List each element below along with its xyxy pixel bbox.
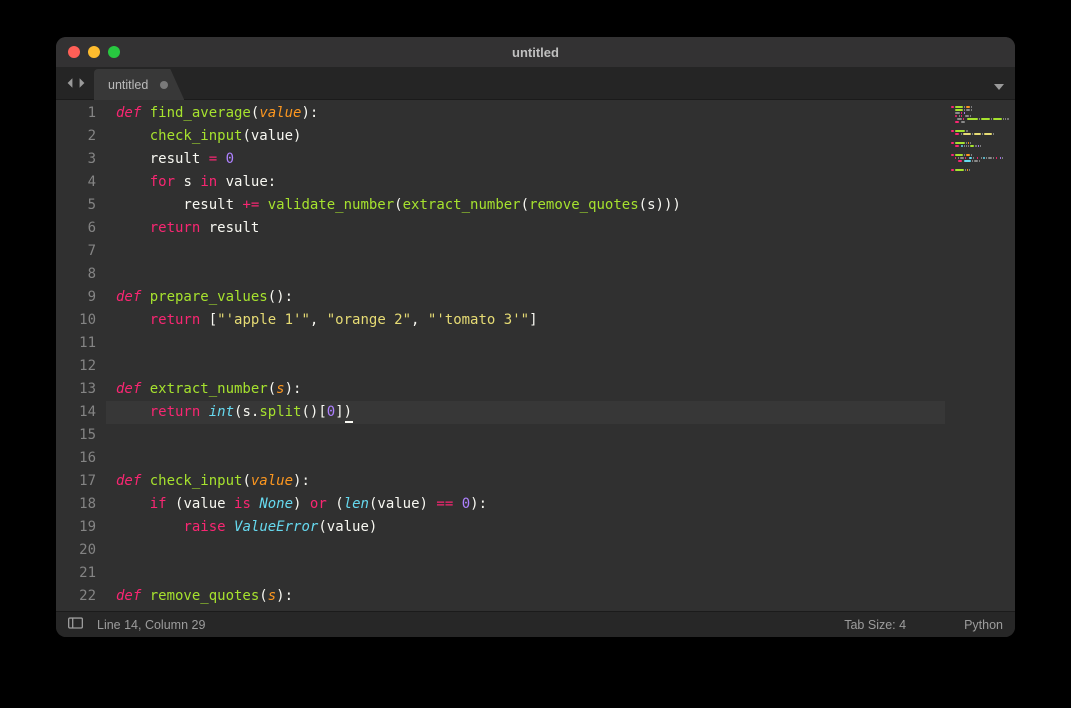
code-line[interactable] [116, 447, 945, 470]
code-line[interactable] [116, 240, 945, 263]
line-number: 11 [56, 332, 96, 355]
code-line[interactable]: for s in value: [116, 171, 945, 194]
tab-overflow-button[interactable] [993, 77, 1005, 96]
line-number: 12 [56, 355, 96, 378]
code-line[interactable]: return result [116, 217, 945, 240]
code-line[interactable] [116, 562, 945, 585]
titlebar: untitled [56, 37, 1015, 67]
line-number: 7 [56, 240, 96, 263]
code-line[interactable]: def remove_quotes(s): [116, 585, 945, 608]
line-number: 21 [56, 562, 96, 585]
close-button[interactable] [68, 46, 80, 58]
line-number: 14 [56, 401, 96, 424]
status-language[interactable]: Python [964, 618, 1003, 632]
line-number: 18 [56, 493, 96, 516]
code-line[interactable] [116, 424, 945, 447]
tab-dirty-icon [160, 81, 168, 89]
status-position[interactable]: Line 14, Column 29 [97, 618, 205, 632]
tabbar: untitled [56, 67, 1015, 100]
code-line[interactable]: if (value is None) or (len(value) == 0): [116, 493, 945, 516]
line-number: 10 [56, 309, 96, 332]
panel-toggle-icon[interactable] [68, 617, 83, 632]
tab-untitled[interactable]: untitled [94, 69, 184, 100]
editor-window: untitled untitled 1234567891011121314151… [56, 37, 1015, 637]
nav-forward-icon[interactable] [76, 74, 88, 93]
tab-label: untitled [108, 78, 148, 92]
code-line[interactable]: check_input(value) [116, 125, 945, 148]
line-number: 15 [56, 424, 96, 447]
code-line[interactable]: result += validate_number(extract_number… [116, 194, 945, 217]
minimize-button[interactable] [88, 46, 100, 58]
line-number: 9 [56, 286, 96, 309]
line-number: 3 [56, 148, 96, 171]
nav-back-icon[interactable] [64, 74, 76, 93]
window-title: untitled [56, 45, 1015, 60]
status-tabsize[interactable]: Tab Size: 4 [844, 618, 906, 632]
traffic-lights [56, 46, 120, 58]
code-line[interactable]: def extract_number(s): [116, 378, 945, 401]
line-number: 17 [56, 470, 96, 493]
code-line[interactable]: result = 0 [116, 148, 945, 171]
code-line[interactable]: def prepare_values(): [116, 286, 945, 309]
code-line[interactable] [116, 332, 945, 355]
code-line[interactable]: raise ValueError(value) [116, 516, 945, 539]
line-number: 2 [56, 125, 96, 148]
code-line[interactable]: def check_input(value): [116, 470, 945, 493]
nav-arrows [60, 74, 94, 99]
line-number: 22 [56, 585, 96, 608]
editor-area: 12345678910111213141516171819202122 def … [56, 100, 1015, 611]
line-number: 19 [56, 516, 96, 539]
statusbar: Line 14, Column 29 Tab Size: 4 Python [56, 611, 1015, 637]
gutter: 12345678910111213141516171819202122 [56, 100, 106, 611]
line-number: 1 [56, 102, 96, 125]
line-number: 16 [56, 447, 96, 470]
code-editor[interactable]: def find_average(value): check_input(val… [106, 100, 945, 611]
line-number: 13 [56, 378, 96, 401]
code-line[interactable]: def find_average(value): [116, 102, 945, 125]
zoom-button[interactable] [108, 46, 120, 58]
code-line[interactable] [116, 539, 945, 562]
minimap[interactable] [945, 100, 1015, 611]
line-number: 6 [56, 217, 96, 240]
line-number: 8 [56, 263, 96, 286]
line-number: 4 [56, 171, 96, 194]
code-line[interactable]: return int(s.split()[0]) [116, 401, 945, 424]
line-number: 5 [56, 194, 96, 217]
code-line[interactable] [116, 355, 945, 378]
line-number: 20 [56, 539, 96, 562]
code-line[interactable] [116, 263, 945, 286]
code-line[interactable]: return ["'apple 1'", "orange 2", "'tomat… [116, 309, 945, 332]
